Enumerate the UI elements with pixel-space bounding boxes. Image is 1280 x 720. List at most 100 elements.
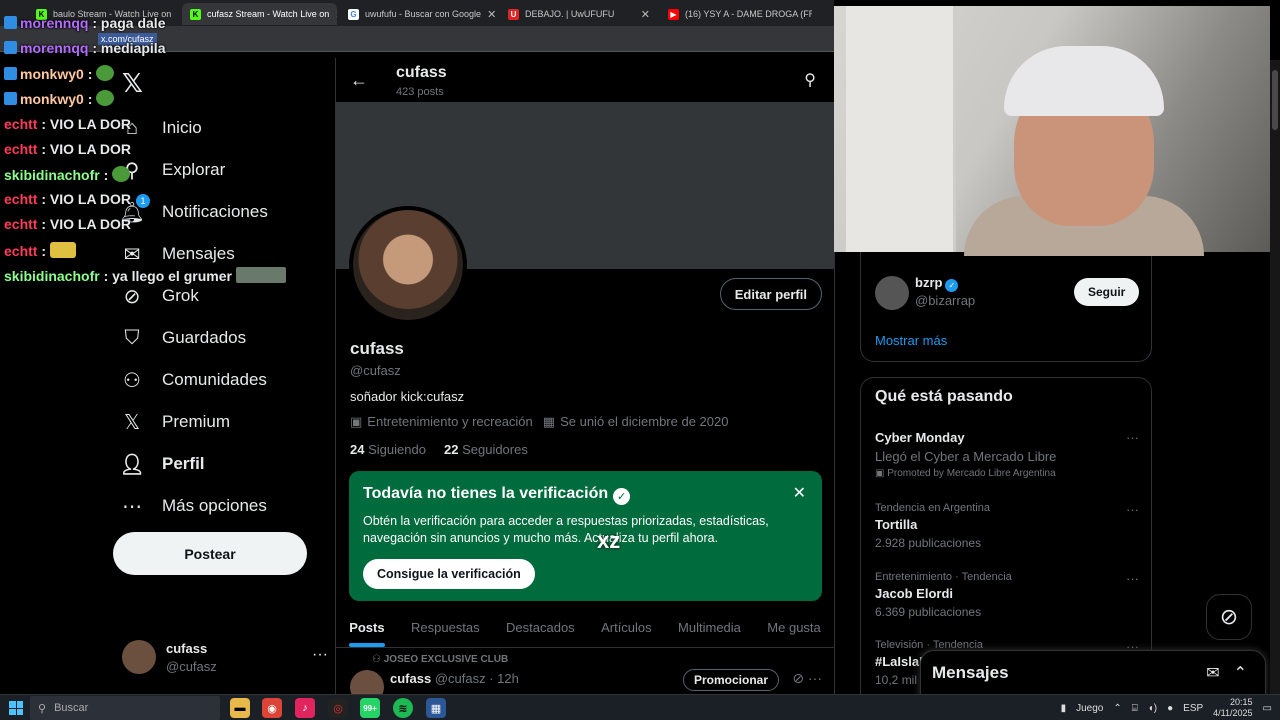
expand-icon[interactable]: ⌃ (1234, 663, 1247, 683)
spotify-icon[interactable]: ≋ (393, 698, 413, 718)
nav-item-comunidades[interactable]: ⚇ Comunidades (120, 368, 267, 392)
address-bar[interactable]: x.com/cufasz (0, 26, 834, 52)
network-icon[interactable]: ⌸ (1132, 703, 1138, 714)
close-icon[interactable]: ✕ (793, 483, 806, 503)
follow-button[interactable]: Seguir (1074, 278, 1140, 306)
nav-item-guardados[interactable]: ⛉ Guardados (120, 326, 247, 350)
game-mode-icon[interactable]: ▮ (1061, 703, 1067, 714)
more-icon[interactable]: ··· (312, 646, 328, 664)
nav-item-inicio[interactable]: ⌂ Inicio (120, 116, 202, 140)
mic-icon[interactable]: ● (1167, 703, 1173, 714)
tiktok-icon[interactable]: ♪ (295, 698, 315, 718)
more-icon[interactable]: ··· (1126, 571, 1139, 586)
nav-label: Guardados (162, 328, 247, 347)
nav-item-mas-opciones[interactable]: ⋯ Más opciones (120, 494, 267, 518)
close-icon[interactable]: ✕ (487, 8, 496, 21)
nav-label: Inicio (162, 118, 202, 137)
trend-promoted-text: Promoted by Mercado Libre Argentina (887, 468, 1056, 479)
edit-profile-button[interactable]: Editar perfil (719, 278, 822, 310)
nav-item-premium[interactable]: 𝕏 Premium (120, 410, 230, 434)
tray-chevron-icon[interactable]: ⌃ (1113, 703, 1121, 714)
nav-item-explorar[interactable]: ⚲ Explorar (120, 158, 226, 182)
close-icon[interactable]: ✕ (641, 8, 650, 21)
clock[interactable]: 20:15 4/11/2025 (1213, 697, 1252, 719)
tab-posts[interactable]: Posts (349, 608, 386, 647)
scrollbar-thumb[interactable] (1272, 70, 1278, 130)
account-name: cufass (166, 641, 208, 656)
tab-google[interactable]: G uwufufu - Buscar con Google ✕ (340, 3, 498, 25)
nav-item-perfil[interactable]: 👤︎ Perfil (119, 452, 204, 476)
url-text[interactable]: x.com/cufasz (98, 33, 157, 45)
whatsapp-icon[interactable]: 99+ (360, 698, 380, 718)
show-more-link[interactable]: Mostrar más (875, 333, 947, 348)
page-scrollbar[interactable] (1270, 60, 1280, 694)
profile-handle: @cufasz (350, 363, 401, 378)
language-indicator[interactable]: ESP (1183, 703, 1203, 714)
chat-text: : (87, 66, 93, 82)
following-link[interactable]: 24 Siguiendo (350, 442, 426, 457)
followers-link[interactable]: 22 Seguidores (444, 442, 528, 457)
avatar[interactable] (350, 670, 384, 694)
suggestion-name[interactable]: bzrp ✓ (915, 275, 959, 292)
chrome-icon[interactable]: ◉ (262, 698, 282, 718)
grok-icon[interactable]: ⊘ (1206, 594, 1252, 640)
volume-icon[interactable]: ◖) (1148, 703, 1157, 714)
file-explorer-icon[interactable]: ▬ (230, 698, 250, 718)
tab-respuestas[interactable]: Respuestas (411, 608, 480, 647)
tab-me-gusta[interactable]: Me gusta (767, 608, 820, 647)
profile-tabs: Posts Respuestas Destacados Artículos Mu… (336, 608, 834, 648)
new-message-icon[interactable]: ✉ (1206, 663, 1219, 683)
tab-multimedia[interactable]: Multimedia (678, 608, 741, 647)
tab-destacados[interactable]: Destacados (506, 608, 575, 647)
more-icon[interactable]: ⊘ ··· (792, 670, 822, 687)
following-count: 24 (350, 442, 365, 457)
account-switcher[interactable]: cufass @cufasz ··· (122, 638, 332, 678)
get-verified-button[interactable]: Consigue la verificación (363, 559, 535, 589)
search-icon[interactable]: ⚲ (804, 70, 816, 90)
tab-youtube[interactable]: ▶ (16) YSY A - DAME DROGA (FR ✕ (660, 3, 812, 25)
nav-label: Explorar (162, 160, 226, 179)
nav-item-grok[interactable]: ⊘ Grok (120, 284, 199, 308)
avatar[interactable] (875, 276, 909, 310)
ad-icon: ▣ (875, 468, 888, 479)
profile-avatar[interactable] (349, 206, 467, 324)
nav-label: Grok (162, 286, 199, 305)
post-button[interactable]: Postear (113, 532, 307, 575)
obs-icon[interactable]: ◎ (328, 698, 348, 718)
more-icon[interactable]: ··· (1126, 502, 1139, 517)
kick-icon: K (36, 8, 47, 20)
tab-articulos[interactable]: Artículos (601, 608, 652, 647)
post-item[interactable]: ⚇ JOSEO EXCLUSIVE CLUB cufass @cufasz · … (336, 650, 834, 694)
nav-item-mensajes[interactable]: ✉ Mensajes (120, 242, 235, 266)
trend-context: Entretenimiento · Tendencia (875, 571, 1012, 583)
suggestion-handle: @bizarrap (915, 293, 976, 308)
back-arrow-icon[interactable]: ← (350, 70, 368, 91)
promote-button[interactable]: Promocionar (683, 669, 780, 691)
post-author[interactable]: cufass (390, 671, 431, 686)
close-icon[interactable]: ✕ (335, 8, 337, 21)
follow-stats: 24 Siguiendo 22 Seguidores (350, 442, 528, 457)
tab-uwufufu[interactable]: U DEBAJO. | UwUFUFU ✕ (500, 3, 658, 25)
post-author-line: cufass @cufasz · 12h (390, 671, 519, 686)
messages-drawer[interactable]: Mensajes ✉ ⌃ (920, 650, 1266, 700)
calculator-icon[interactable]: ▦ (426, 698, 446, 718)
tab-cufasz[interactable]: K cufasz Stream - Watch Live on ✕ (182, 3, 337, 25)
notification-center-icon[interactable]: ▭ (1263, 703, 1272, 714)
tab-title: DEBAJO. | UwUFUFU (525, 9, 615, 19)
following-label: Siguiendo (368, 442, 426, 457)
chat-user: echtt (4, 216, 38, 232)
post-handle-time: @cufasz · 12h (434, 671, 519, 686)
windows-start-icon[interactable] (9, 701, 23, 715)
x-logo-icon[interactable]: 𝕏 (122, 68, 143, 99)
more-icon[interactable]: ··· (1126, 430, 1139, 445)
header-title: cufass (396, 64, 447, 81)
verification-title-text: Todavía no tienes la verificación (363, 485, 609, 502)
verified-badge-icon: ✓ (945, 279, 959, 292)
trend-item[interactable]: Cyber Monday Llegó el Cyber a Mercado Li… (875, 430, 1139, 479)
trend-item[interactable]: Tendencia en Argentina Tortilla 2.928 pu… (875, 502, 1139, 550)
trend-item[interactable]: Entretenimiento · Tendencia Jacob Elordi… (875, 571, 1139, 619)
left-navigation: 𝕏 ⌂ Inicio ⚲ Explorar 🔔︎ 1 Notificaciones… (112, 58, 334, 694)
taskbar-search[interactable]: ⚲ Buscar (30, 696, 220, 720)
nav-item-notificaciones[interactable]: 🔔︎ 1 Notificaciones (119, 194, 268, 224)
tab-baulo[interactable]: K baulo Stream - Watch Live on (28, 3, 178, 25)
